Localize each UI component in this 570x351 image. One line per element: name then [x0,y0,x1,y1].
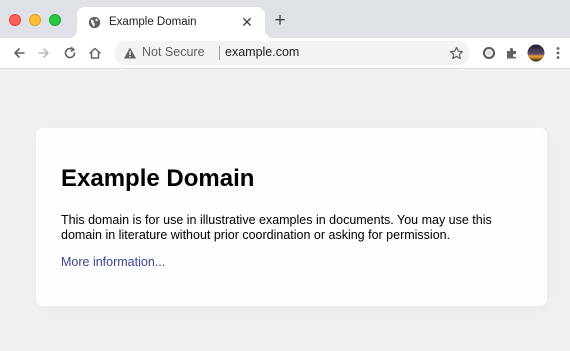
tab-active[interactable]: Example Domain ✕ [77,7,265,38]
content-card: Example Domain This domain is for use in… [36,128,547,306]
tab-strip: Example Domain ✕ + [0,0,570,38]
globe-icon [88,16,101,29]
address-bar[interactable]: Not Secure example.com [114,41,470,65]
circle-extension-icon[interactable] [479,43,499,63]
browser-toolbar: Not Secure example.com [0,38,570,69]
reload-icon[interactable] [60,43,80,63]
new-tab-button[interactable]: + [270,11,290,31]
kebab-menu-icon[interactable] [548,43,568,63]
more-information-link[interactable]: More information... [61,255,165,269]
minimize-window-button[interactable] [29,14,41,26]
page-viewport: Example Domain This domain is for use in… [0,69,570,351]
star-icon[interactable] [447,44,465,62]
page-description: This domain is for use in illustrative e… [61,213,492,242]
security-status-label[interactable]: Not Secure [142,45,205,59]
puzzle-icon[interactable] [502,43,522,63]
zoom-window-button[interactable] [49,14,61,26]
warning-icon[interactable] [123,46,137,60]
browser-window: Example Domain ✕ + Not Secure example.co [0,0,570,351]
tab-title: Example Domain [109,16,197,28]
url-text[interactable]: example.com [225,45,299,59]
close-window-button[interactable] [9,14,21,26]
profile-avatar[interactable] [526,43,546,63]
forward-arrow-icon[interactable] [34,43,54,63]
page-title: Example Domain [61,165,255,192]
home-icon[interactable] [85,43,105,63]
close-tab-icon[interactable]: ✕ [239,14,255,30]
back-arrow-icon[interactable] [9,43,29,63]
omnibox-divider [219,46,220,60]
